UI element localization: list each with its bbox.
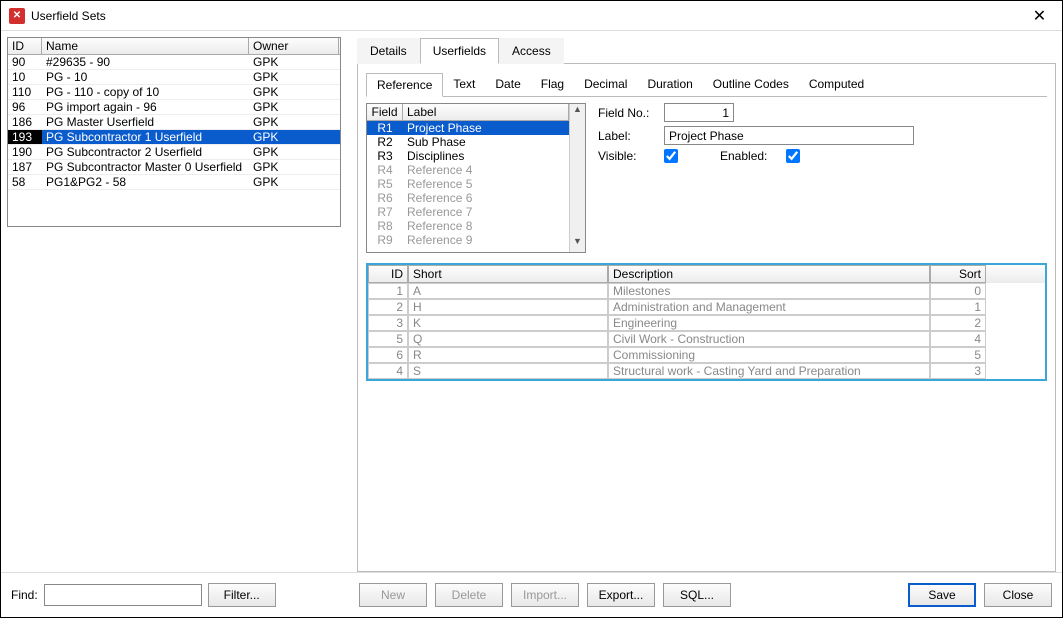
value-row[interactable]: 4SStructural work - Casting Yard and Pre… xyxy=(368,363,1045,379)
field-row[interactable]: R9Reference 9 xyxy=(367,233,569,247)
tab-userfields[interactable]: Userfields xyxy=(420,38,499,64)
header-owner[interactable]: Owner xyxy=(249,38,339,54)
value-row[interactable]: 6RCommissioning5 xyxy=(368,347,1045,363)
table-row[interactable]: 10PG - 10GPK xyxy=(8,70,340,85)
header-value-desc[interactable]: Description xyxy=(608,265,930,283)
table-row[interactable]: 190PG Subcontractor 2 UserfieldGPK xyxy=(8,145,340,160)
subtab-duration[interactable]: Duration xyxy=(637,73,702,97)
userfield-subtabs: Reference Text Date Flag Decimal Duratio… xyxy=(366,72,1047,97)
table-row[interactable]: 186PG Master UserfieldGPK xyxy=(8,115,340,130)
field-row[interactable]: R1Project Phase xyxy=(367,121,569,135)
field-row[interactable]: R7Reference 7 xyxy=(367,205,569,219)
tab-access[interactable]: Access xyxy=(499,38,564,64)
label-label: Label: xyxy=(598,129,658,143)
field-row[interactable]: R2Sub Phase xyxy=(367,135,569,149)
titlebar: ✕ Userfield Sets ✕ xyxy=(1,1,1062,31)
value-row[interactable]: 5QCivil Work - Construction4 xyxy=(368,331,1045,347)
value-row[interactable]: 3KEngineering2 xyxy=(368,315,1045,331)
subtab-date[interactable]: Date xyxy=(485,73,530,97)
header-id[interactable]: ID xyxy=(8,38,42,54)
subtab-flag[interactable]: Flag xyxy=(531,73,574,97)
field-properties: Field No.: Label: Visible: Enabled: xyxy=(598,103,1047,253)
field-row[interactable]: R3Disciplines xyxy=(367,149,569,163)
filter-button[interactable]: Filter... xyxy=(208,583,276,607)
main-tabs: Details Userfields Access xyxy=(357,37,1056,64)
table-row[interactable]: 110PG - 110 - copy of 10GPK xyxy=(8,85,340,100)
field-list-scrollbar[interactable]: ▲ ▼ xyxy=(569,104,585,252)
scroll-track[interactable] xyxy=(570,120,585,236)
subtab-computed[interactable]: Computed xyxy=(799,73,874,97)
label-input[interactable] xyxy=(664,126,914,145)
value-row[interactable]: 2HAdministration and Management1 xyxy=(368,299,1045,315)
tab-details[interactable]: Details xyxy=(357,38,420,64)
subtab-reference[interactable]: Reference xyxy=(366,73,443,97)
save-button[interactable]: Save xyxy=(908,583,976,607)
value-row[interactable]: 1AMilestones0 xyxy=(368,283,1045,299)
header-field[interactable]: Field xyxy=(367,104,403,120)
userfield-sets-table[interactable]: ID Name Owner 90#29635 - 90GPK10PG - 10G… xyxy=(7,37,341,227)
subtab-outline[interactable]: Outline Codes xyxy=(703,73,799,97)
field-row[interactable]: R6Reference 6 xyxy=(367,191,569,205)
reference-field-list[interactable]: Field Label R1Project PhaseR2Sub PhaseR3… xyxy=(366,103,586,253)
sql-button[interactable]: SQL... xyxy=(663,583,731,607)
find-label: Find: xyxy=(11,588,38,602)
table-row[interactable]: 96PG import again - 96GPK xyxy=(8,100,340,115)
table-row[interactable]: 187PG Subcontractor Master 0 UserfieldGP… xyxy=(8,160,340,175)
delete-button[interactable]: Delete xyxy=(435,583,503,607)
header-value-short[interactable]: Short xyxy=(408,265,608,283)
import-button[interactable]: Import... xyxy=(511,583,579,607)
export-button[interactable]: Export... xyxy=(587,583,655,607)
field-row[interactable]: R5Reference 5 xyxy=(367,177,569,191)
table-row[interactable]: 90#29635 - 90GPK xyxy=(8,55,340,70)
header-value-id[interactable]: ID xyxy=(368,265,408,283)
new-button[interactable]: New xyxy=(359,583,427,607)
field-list-header: Field Label xyxy=(367,104,569,121)
visible-label: Visible: xyxy=(598,149,658,163)
values-table[interactable]: ID Short Description Sort 1AMilestones02… xyxy=(366,263,1047,381)
footer: Find: Filter... New Delete Import... Exp… xyxy=(1,572,1062,616)
table-row[interactable]: 58PG1&PG2 - 58GPK xyxy=(8,175,340,190)
subtab-text[interactable]: Text xyxy=(443,73,485,97)
scroll-up-icon[interactable]: ▲ xyxy=(570,104,585,120)
subtab-decimal[interactable]: Decimal xyxy=(574,73,637,97)
app-icon: ✕ xyxy=(9,8,25,24)
field-row[interactable]: R8Reference 8 xyxy=(367,219,569,233)
window-close-button[interactable]: ✕ xyxy=(1017,1,1062,31)
close-button[interactable]: Close xyxy=(984,583,1052,607)
enabled-checkbox[interactable] xyxy=(786,149,800,163)
values-header: ID Short Description Sort xyxy=(368,265,1045,283)
field-row[interactable]: R4Reference 4 xyxy=(367,163,569,177)
scroll-down-icon[interactable]: ▼ xyxy=(570,236,585,252)
field-no-label: Field No.: xyxy=(598,106,658,120)
find-input[interactable] xyxy=(44,584,202,606)
table-header: ID Name Owner xyxy=(8,38,340,55)
header-value-sort[interactable]: Sort xyxy=(930,265,986,283)
window-title: Userfield Sets xyxy=(31,9,1017,23)
table-row[interactable]: 193PG Subcontractor 1 UserfieldGPK xyxy=(8,130,340,145)
header-name[interactable]: Name xyxy=(42,38,249,54)
enabled-label: Enabled: xyxy=(720,149,780,163)
header-label[interactable]: Label xyxy=(403,104,569,120)
field-no-input[interactable] xyxy=(664,103,734,122)
visible-checkbox[interactable] xyxy=(664,149,678,163)
